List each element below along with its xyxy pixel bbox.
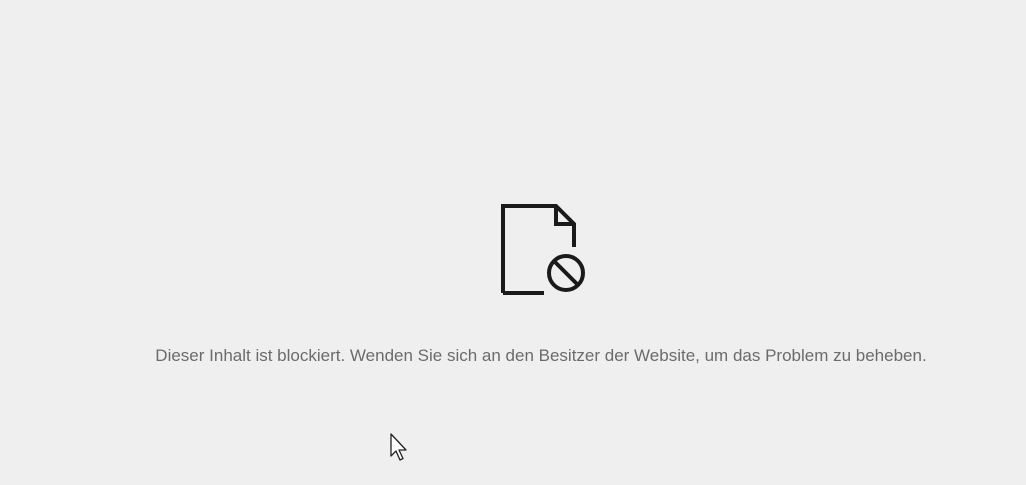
blocked-message: Dieser Inhalt ist blockiert. Wenden Sie …: [155, 346, 927, 365]
mouse-pointer-icon: [390, 433, 407, 461]
document-blocked-icon: [501, 204, 585, 295]
blocked-content-page: Dieser Inhalt ist blockiert. Wenden Sie …: [0, 0, 1026, 485]
